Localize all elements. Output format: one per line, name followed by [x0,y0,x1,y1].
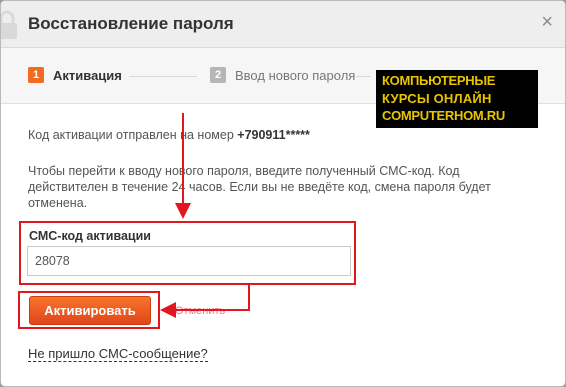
arrow-left-line [160,285,250,318]
password-recovery-dialog: Восстановление пароля × 1 Активация 2 Вв… [0,0,566,387]
annotation-arrows [160,113,250,318]
